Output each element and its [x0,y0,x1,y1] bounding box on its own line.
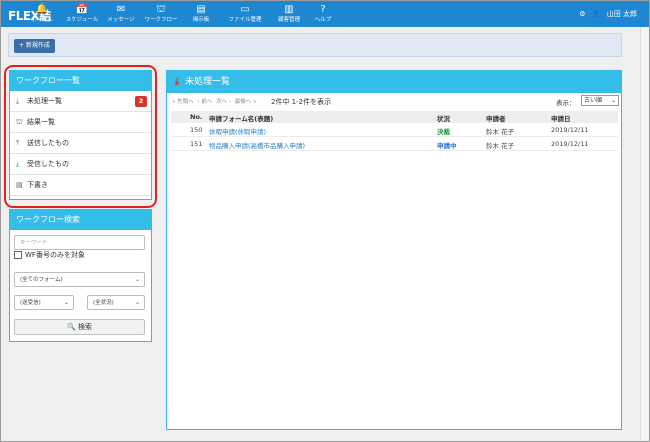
form-select[interactable]: (全てのフォーム) ⌄ [14,272,145,287]
sent-received-select[interactable]: (送受信) ⌄ [14,295,74,310]
row-no: 150 [190,126,203,134]
keyword-input[interactable]: キーワード [14,235,145,250]
search-icon: 🔍 [67,323,76,331]
page-scrollbar[interactable] [640,27,649,441]
form-select-value: (全てのフォーム) [20,277,63,283]
sent-received-value: (送受信) [20,300,41,306]
nav-item-4[interactable]: ▤ 掲示板 [181,3,221,24]
nav-item-5[interactable]: ▭ ファイル管理 [225,3,265,24]
envelope-icon: ✉ [116,4,126,15]
chevron-down-icon: ⌄ [134,276,140,283]
wf-number-only-label: WF番号のみを対象 [25,251,85,259]
inbox-download-icon: ⤓ [175,77,179,87]
nav-item-label: ヘルプ [314,17,332,23]
row-date: 2019/12/11 [551,140,589,148]
nav-item-label: ファイル管理 [228,17,262,23]
new-create-button[interactable]: + 新規作成 [14,39,55,53]
user-menu[interactable]: ⚙ 👤 山田 太郎 [575,9,637,19]
col-applicant: 申請者 [486,115,506,123]
row-applicant: 鈴木 花子 [486,142,515,150]
settings-icon[interactable]: ⚙ [579,10,585,18]
sort-select-value: 古い順 [584,97,603,104]
status-select-value: (全状況) [93,300,114,306]
pager: « 先頭へ ‹ 前へ 次へ › 最後へ » [172,97,258,105]
stamp-icon: ⛫ [156,4,166,15]
chevron-down-icon: ⌄ [134,299,140,306]
nav-item-label: ポータル [30,17,53,23]
nav-item-label: 掲示板 [192,17,210,23]
col-form: 申請フォーム名(表題) [209,115,274,123]
pending-list-header: ⤓ 未処理一覧 [167,71,621,93]
row-form-link[interactable]: 物品購入申請(高橋市品購入申請) [209,140,305,150]
col-status: 状況 [437,115,450,123]
chevron-down-icon: ⌄ [610,97,616,104]
top-navbar: FLEX結 🔔 ポータル 📅 スケジュール ✉ メッセージ ⛫ ワークフロー ▤ 掲示板 ▭ ファイル… [1,1,649,27]
table-row[interactable]: 151 物品購入申請(高橋市品購入申請) 申請中 鈴木 花子 2019/12/11 [171,138,618,151]
nav-item-3[interactable]: ⛫ ワークフロー [141,3,181,24]
row-form-link[interactable]: 休暇申請(休暇申請) [209,126,266,136]
user-icon: 👤 [591,10,601,18]
col-no: No. [190,113,203,121]
row-date: 2019/12/11 [551,126,589,134]
chevron-down-icon: ⌄ [63,299,69,306]
search-button-label: 検索 [77,323,92,331]
row-applicant: 鈴木 花子 [486,128,515,136]
sort-label: 表示： [556,99,576,107]
wf-number-only-checkbox[interactable] [14,251,22,259]
nav-item-label: ワークフロー [144,17,178,23]
folder-icon: ▭ [240,4,250,15]
pager-prev[interactable]: ‹ 前へ [197,99,212,105]
result-count: 2件中 1-2件を表示 [271,98,332,106]
pending-list-title: 未処理一覧 [184,77,230,87]
nav-item-label: メッセージ [107,17,135,23]
status-select[interactable]: (全状況) ⌄ [87,295,145,310]
nav-item-0[interactable]: 🔔 ポータル [22,3,62,24]
table-header: No. 申請フォーム名(表題) 状況 申請者 申請日 [171,111,618,123]
board-icon: ▤ [196,4,206,15]
search-button[interactable]: 🔍 検索 [14,319,145,335]
row-status: 決裁 [437,128,450,136]
nav-item-1[interactable]: 📅 スケジュール [62,3,102,24]
bell-icon: 🔔 [35,4,49,15]
highlight-annotation [4,65,157,208]
row-status: 申請中 [437,142,457,150]
sort-select[interactable]: 古い順 ⌄ [581,95,619,106]
action-toolbar: + 新規作成 [8,33,622,57]
nav-item-7[interactable]: ? ヘルプ [303,3,343,24]
row-no: 151 [190,140,203,148]
workflow-search-title: ワークフロー検索 [10,210,151,230]
calendar-icon: 📅 [75,4,89,15]
col-date: 申請日 [551,115,571,123]
pager-last[interactable]: 最後へ » [235,99,257,105]
nav-item-2[interactable]: ✉ メッセージ [101,3,141,24]
pending-list-panel: ⤓ 未処理一覧 « 先頭へ ‹ 前へ 次へ › 最後へ » 2件中 1-2件を表示… [166,70,622,430]
nav-item-label: スケジュール [65,17,99,23]
pager-next[interactable]: 次へ › [216,99,231,105]
user-name[interactable]: 山田 太郎 [607,10,637,18]
pager-first[interactable]: « 先頭へ [172,99,194,105]
help-icon: ? [320,4,326,15]
table-row[interactable]: 150 休暇申請(休暇申請) 決裁 鈴木 花子 2019/12/11 [171,124,618,137]
